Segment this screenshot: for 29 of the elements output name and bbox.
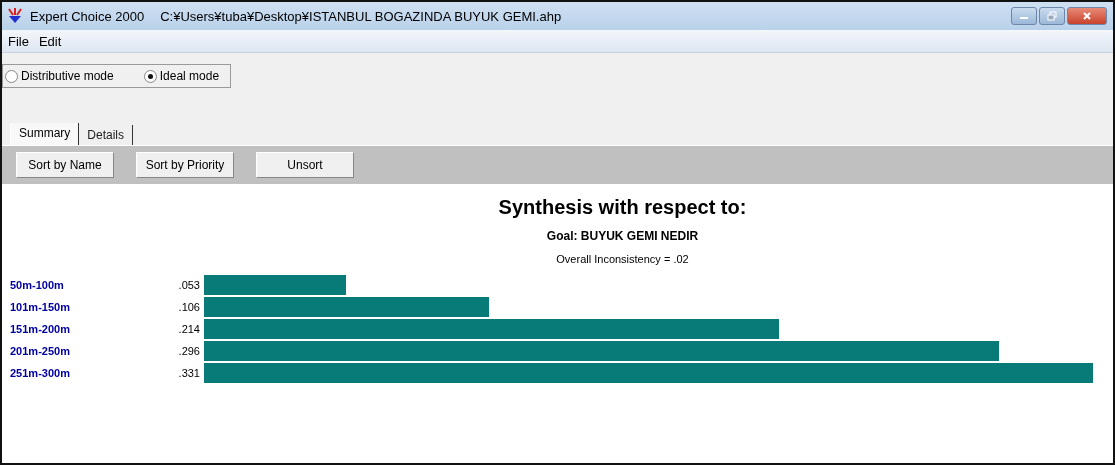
alternative-label: 201m-250m [9, 345, 71, 357]
sort-button[interactable]: Sort by Priority [136, 152, 234, 178]
tab[interactable]: Summary [10, 123, 80, 145]
app-logo-icon [8, 8, 22, 24]
alternative-label: 251m-300m [9, 367, 71, 379]
alternative-label: 50m-100m [9, 279, 65, 291]
menu-item[interactable]: Edit [38, 33, 62, 49]
close-button[interactable] [1067, 7, 1107, 25]
alternative-label: 101m-150m [9, 301, 71, 313]
priority-value: .214 [177, 323, 201, 335]
sort-button[interactable]: Unsort [256, 152, 354, 178]
menu-item[interactable]: File [8, 33, 29, 49]
alternative-label: 151m-200m [9, 323, 71, 335]
synthesis-title: Synthesis with respect to: [498, 196, 747, 219]
mode-radio[interactable]: Distributive mode [5, 69, 114, 83]
priority-value: .296 [177, 345, 201, 357]
mode-radio[interactable]: Ideal mode [143, 69, 220, 83]
file-path: C:¥Users¥tuba¥Desktop¥ISTANBUL BOGAZINDA BUYUK GEMI.ahp [160, 8, 562, 24]
minimize-button[interactable] [1011, 7, 1037, 25]
priority-value: .106 [177, 301, 201, 313]
window-title: Expert Choice 2000 [30, 8, 145, 24]
goal-label: Goal: BUYUK GEMI NEDIR [546, 229, 699, 243]
close-icon [1082, 11, 1092, 21]
inconsistency-label: Overall Inconsistency = .02 [556, 253, 689, 265]
restore-icon [1047, 11, 1057, 21]
sort-button[interactable]: Sort by Name [16, 152, 114, 178]
priority-value: .053 [177, 279, 201, 291]
priority-value: .331 [177, 367, 201, 379]
restore-button[interactable] [1039, 7, 1065, 25]
